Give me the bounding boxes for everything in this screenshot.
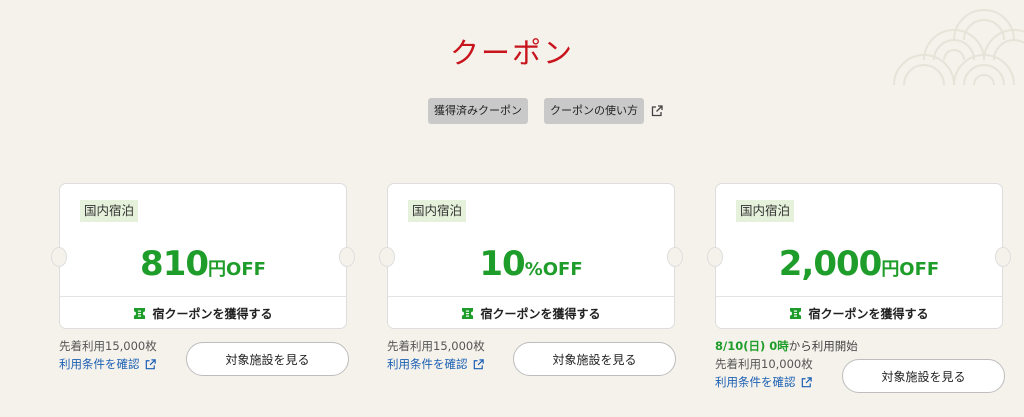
category-badge: 国内宿泊 bbox=[736, 200, 795, 222]
availability-start: 8/10(日) 0時から利用開始 bbox=[715, 337, 858, 355]
coupon-card: 国内宿泊 10%OFF 宿クーポンを獲得する bbox=[379, 183, 683, 329]
discount-value: 2,000 bbox=[778, 244, 883, 284]
discount-value: 810 bbox=[140, 244, 209, 284]
coupon-info: 8/10(日) 0時から利用開始 先着利用10,000枚 利用条件を確認 bbox=[715, 337, 858, 391]
view-facilities-button[interactable]: 対象施設を見る bbox=[186, 342, 349, 376]
get-coupon-button[interactable]: 宿クーポンを獲得する bbox=[60, 297, 346, 329]
external-link-icon bbox=[651, 105, 663, 117]
discount-amount: 2,000円OFF bbox=[716, 244, 1002, 284]
external-link-icon bbox=[801, 376, 812, 387]
discount-unit: %OFF bbox=[524, 259, 583, 280]
usage-limit: 先着利用10,000枚 bbox=[715, 357, 813, 371]
start-date: 8/10(日) 0時 bbox=[715, 339, 789, 353]
discount-amount: 810円OFF bbox=[60, 244, 346, 284]
get-coupon-label: 宿クーポンを獲得する bbox=[480, 306, 601, 321]
get-coupon-label: 宿クーポンを獲得する bbox=[808, 306, 929, 321]
how-to-use-link[interactable]: クーポンの使い方 bbox=[544, 98, 644, 124]
terms-link[interactable]: 利用条件を確認 bbox=[387, 355, 485, 373]
page-title: クーポン bbox=[449, 36, 574, 70]
terms-link[interactable]: 利用条件を確認 bbox=[59, 355, 157, 373]
coupon-links: 獲得済みクーポン クーポンの使い方 bbox=[428, 98, 664, 124]
category-badge: 国内宿泊 bbox=[408, 200, 467, 222]
usage-limit: 先着利用15,000枚 bbox=[59, 339, 157, 353]
usage-limit: 先着利用15,000枚 bbox=[387, 339, 485, 353]
coupon-info: 先着利用15,000枚 利用条件を確認 bbox=[59, 337, 157, 373]
coupon-card: 国内宿泊 2,000円OFF 宿クーポンを獲得する bbox=[707, 183, 1011, 329]
external-link-icon bbox=[145, 358, 156, 369]
coupon-section: クーポン 獲得済みクーポン クーポンの使い方 国内宿泊 810円OFF 宿クーポ… bbox=[0, 0, 1024, 417]
external-link-icon bbox=[473, 358, 484, 369]
terms-label: 利用条件を確認 bbox=[59, 357, 140, 371]
ticket-icon bbox=[462, 307, 474, 319]
get-coupon-button[interactable]: 宿クーポンを獲得する bbox=[388, 297, 674, 329]
view-facilities-button[interactable]: 対象施設を見る bbox=[513, 342, 676, 376]
ticket-icon bbox=[134, 307, 146, 319]
discount-value: 10 bbox=[479, 244, 525, 284]
terms-link[interactable]: 利用条件を確認 bbox=[715, 373, 858, 391]
acquired-coupons-link[interactable]: 獲得済みクーポン bbox=[428, 98, 528, 124]
start-text: から利用開始 bbox=[788, 339, 858, 353]
coupon-info: 先着利用15,000枚 利用条件を確認 bbox=[387, 337, 485, 373]
view-facilities-button[interactable]: 対象施設を見る bbox=[842, 359, 1005, 393]
category-badge: 国内宿泊 bbox=[80, 200, 139, 222]
get-coupon-button[interactable]: 宿クーポンを獲得する bbox=[716, 297, 1002, 329]
ticket-icon bbox=[790, 307, 802, 319]
discount-amount: 10%OFF bbox=[388, 244, 674, 284]
get-coupon-label: 宿クーポンを獲得する bbox=[152, 306, 273, 321]
coupon-card: 国内宿泊 810円OFF 宿クーポンを獲得する bbox=[51, 183, 355, 329]
terms-label: 利用条件を確認 bbox=[387, 357, 468, 371]
discount-unit: 円OFF bbox=[208, 259, 266, 280]
terms-label: 利用条件を確認 bbox=[715, 375, 796, 389]
discount-unit: 円OFF bbox=[881, 259, 940, 280]
